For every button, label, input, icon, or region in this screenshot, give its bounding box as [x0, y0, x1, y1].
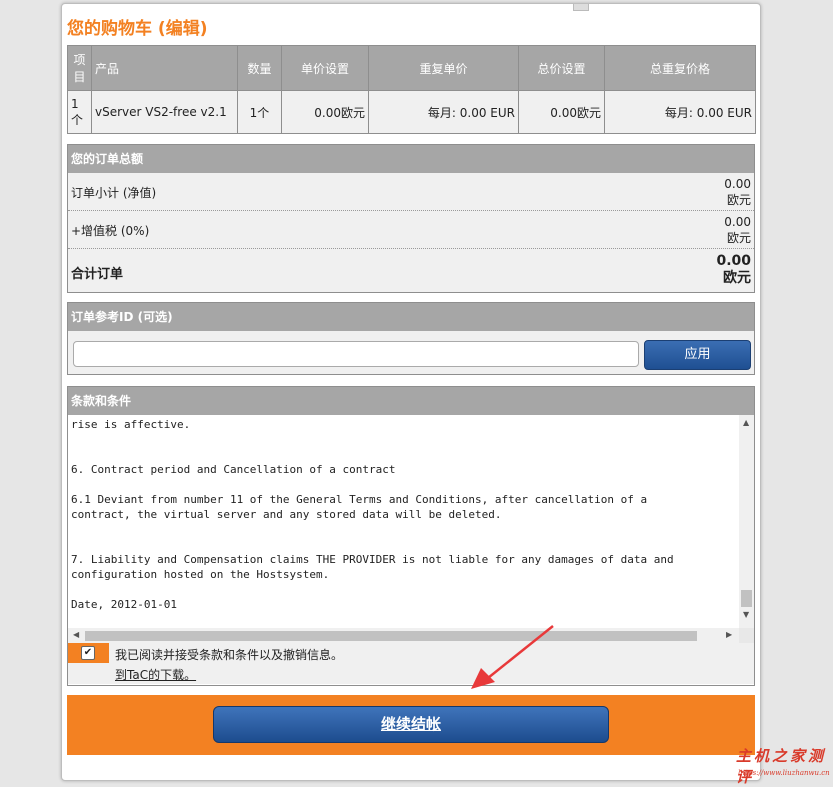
order-summary: 您的订单总额 订单小计 (净值) 0.00 欧元 +增值税 (0%) 0.00 …: [67, 144, 755, 293]
checkbox-highlight: ✔: [68, 643, 109, 663]
scroll-up-icon[interactable]: ▲: [743, 418, 749, 427]
terms-vertical-scrollbar[interactable]: ▲ ▼: [739, 415, 754, 628]
column-header: 重复单价: [368, 45, 519, 91]
total-value: 0.00 欧元: [716, 253, 751, 286]
reference-title: 订单参考ID (可选): [68, 303, 754, 331]
page-title: 您的购物车 (编辑): [67, 19, 208, 39]
terms-textarea[interactable]: rise is affective. 6. Contract period an…: [68, 415, 739, 628]
order-reference: 订单参考ID (可选) 应用: [67, 302, 755, 375]
table-header-row: 项目 产品 数量 单价设置 重复单价 总价设置 总重复价格: [67, 45, 756, 91]
column-header: 总重复价格: [604, 45, 756, 91]
cell-item: 1个: [67, 90, 92, 134]
cell-recurring-unit: 每月: 0.00 EUR: [368, 90, 519, 134]
scroll-indicator: [573, 4, 589, 11]
subtotal-label: 订单小计 (净值): [71, 186, 157, 200]
vat-label: +增值税 (0%): [71, 224, 150, 238]
scroll-left-icon[interactable]: ◀: [73, 630, 79, 639]
terms-line: contract, the virtual server and any sto…: [71, 508, 502, 521]
terms-section: 条款和条件 rise is affective. 6. Contract per…: [67, 386, 755, 686]
terms-line: rise is affective.: [71, 418, 191, 431]
accept-terms-label: 我已阅读并接受条款和条件以及撤销信息。: [115, 648, 344, 662]
column-header: 数量: [237, 45, 282, 91]
apply-button[interactable]: 应用: [644, 340, 751, 370]
subtotal-row: 订单小计 (净值) 0.00 欧元: [68, 173, 754, 211]
summary-title: 您的订单总额: [68, 145, 754, 173]
column-header: 产品: [91, 45, 238, 91]
total-row: 合计订单 0.00 欧元: [68, 249, 754, 289]
watermark-url: https://www.liuzhanwu.cn: [738, 769, 830, 777]
table-row: 1个 vServer VS2-free v2.1 1个 0.00欧元 每月: 0…: [67, 90, 756, 134]
terms-line: Date, 2012-01-01: [71, 598, 177, 611]
cell-total-setup: 0.00欧元: [518, 90, 605, 134]
cell-total-recurring: 每月: 0.00 EUR: [604, 90, 756, 134]
checkout-bar: 继续结帐: [67, 695, 755, 755]
terms-line: 6. Contract period and Cancellation of a…: [71, 463, 396, 476]
watermark: 主机之家测评 https://www.liuzhanwu.cn: [736, 745, 833, 787]
cart-table: 项目 产品 数量 单价设置 重复单价 总价设置 总重复价格 1个 vServer…: [67, 45, 756, 134]
continue-checkout-button[interactable]: 继续结帐: [213, 706, 609, 743]
scroll-down-icon[interactable]: ▼: [743, 610, 749, 619]
terms-horizontal-scrollbar[interactable]: ◀ ▶: [68, 628, 739, 643]
scroll-right-icon[interactable]: ▶: [726, 630, 732, 639]
accept-terms-row: ✔ 我已阅读并接受条款和条件以及撤销信息。 到TaC的下载。: [68, 643, 754, 684]
terms-line: 6.1 Deviant from number 11 of the Genera…: [71, 493, 648, 506]
terms-line: 7. Liability and Compensation claims THE…: [71, 553, 674, 566]
total-label: 合计订单: [71, 267, 124, 282]
reference-id-input[interactable]: [73, 341, 639, 367]
column-header: 总价设置: [518, 45, 605, 91]
tac-download-link[interactable]: 到TaC的下载。: [115, 666, 196, 683]
scrollbar-corner: [739, 628, 754, 643]
cell-quantity: 1个: [237, 90, 282, 134]
vat-row: +增值税 (0%) 0.00 欧元: [68, 211, 754, 249]
scroll-thumb[interactable]: [741, 590, 752, 607]
column-header: 项目: [67, 45, 92, 91]
cell-product: vServer VS2-free v2.1: [91, 90, 238, 134]
column-header: 单价设置: [281, 45, 369, 91]
scroll-thumb[interactable]: [85, 631, 697, 641]
cell-unit-setup: 0.00欧元: [281, 90, 369, 134]
watermark-text: 主机之家测评: [736, 747, 827, 786]
terms-line: configuration hosted on the Hostsystem.: [71, 568, 330, 581]
accept-terms-checkbox[interactable]: ✔: [81, 646, 95, 660]
vat-value: 0.00 欧元: [724, 215, 751, 245]
subtotal-value: 0.00 欧元: [724, 177, 751, 207]
terms-title: 条款和条件: [68, 387, 754, 415]
